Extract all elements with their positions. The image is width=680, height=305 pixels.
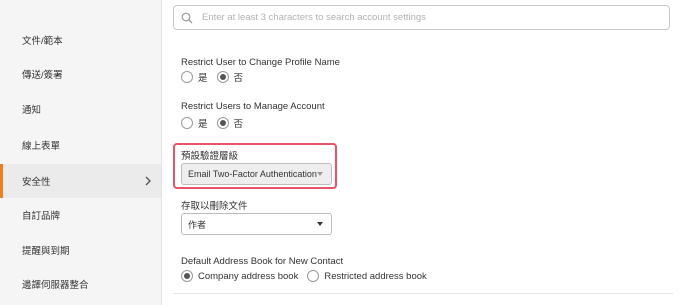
search-box: [173, 5, 670, 30]
search-input[interactable]: [200, 11, 644, 24]
sidebar-item-label: 自訂品牌: [22, 211, 61, 222]
restrict-profile-name-radio-group: 是 否: [181, 70, 252, 84]
access-delete-docs-value: 作者: [188, 219, 207, 230]
restrict-manage-account-radio-group: 是 否: [181, 116, 252, 130]
restrict-manage-account-label: Restrict Users to Manage Account: [181, 101, 325, 112]
sidebar: 文件/範本 傳送/簽署 通知 線上表單 安全性 自訂品牌 提醒與到期 邊譯伺服器…: [0, 0, 162, 305]
default-auth-level-label: 預設驗證層級: [181, 151, 239, 162]
sidebar-item-reminders-expiration[interactable]: 提醒與到期: [0, 233, 161, 267]
default-auth-level-value: Email Two-Factor Authentication: [188, 169, 317, 179]
chevron-right-icon: [145, 176, 151, 186]
access-delete-docs-label: 存取以刪除文件: [181, 201, 248, 212]
sidebar-item-online-forms[interactable]: 線上表單: [0, 128, 161, 162]
sidebar-item-label: 文件/範本: [22, 36, 63, 47]
restricted-address-book-label: Restricted address book: [324, 270, 427, 282]
caret-down-icon: [317, 222, 323, 226]
caret-down-icon: [317, 172, 323, 176]
sidebar-item-label: 通知: [22, 105, 42, 116]
default-address-book-label: Default Address Book for New Contact: [181, 256, 344, 267]
restrict-manage-account-no-radio[interactable]: [216, 117, 229, 129]
sidebar-item-label: 安全性: [22, 177, 51, 188]
sidebar-item-documents-templates[interactable]: 文件/範本: [0, 23, 161, 57]
divider: [173, 293, 673, 294]
default-auth-level-select[interactable]: Email Two-Factor Authentication: [181, 163, 332, 185]
sidebar-item-label: 邊譯伺服器整合: [22, 280, 89, 291]
sidebar-item-notifications[interactable]: 通知: [0, 92, 161, 126]
search-icon: [181, 12, 193, 23]
restrict-manage-account-yes-radio[interactable]: [181, 117, 193, 129]
restrict-profile-name-label: Restrict User to Change Profile Name: [181, 57, 340, 68]
radio-label-yes: 是: [198, 119, 208, 130]
company-address-book-label: Company address book: [198, 270, 299, 282]
sidebar-item-label: 線上表單: [22, 141, 61, 152]
restricted-address-book-radio[interactable]: [307, 270, 320, 282]
restrict-profile-name-yes-radio[interactable]: [181, 71, 193, 83]
restrict-profile-name-no-radio[interactable]: [216, 71, 229, 83]
company-address-book-radio[interactable]: [181, 270, 193, 282]
sidebar-item-label: 傳送/簽署: [22, 70, 63, 81]
sidebar-item-security[interactable]: 安全性: [0, 164, 161, 198]
sidebar-item-send-sign[interactable]: 傳送/簽署: [0, 57, 161, 91]
sidebar-item-custom-branding[interactable]: 自訂品牌: [0, 198, 161, 232]
sidebar-item-label: 提醒與到期: [22, 246, 70, 257]
radio-label-no: 否: [233, 73, 244, 84]
radio-label-yes: 是: [198, 73, 208, 84]
access-delete-docs-select[interactable]: 作者: [181, 213, 332, 235]
default-address-book-radio-group: Company address book Restricted address …: [181, 270, 436, 282]
radio-label-no: 否: [233, 119, 244, 130]
sidebar-item-server-integration[interactable]: 邊譯伺服器整合: [0, 267, 161, 301]
